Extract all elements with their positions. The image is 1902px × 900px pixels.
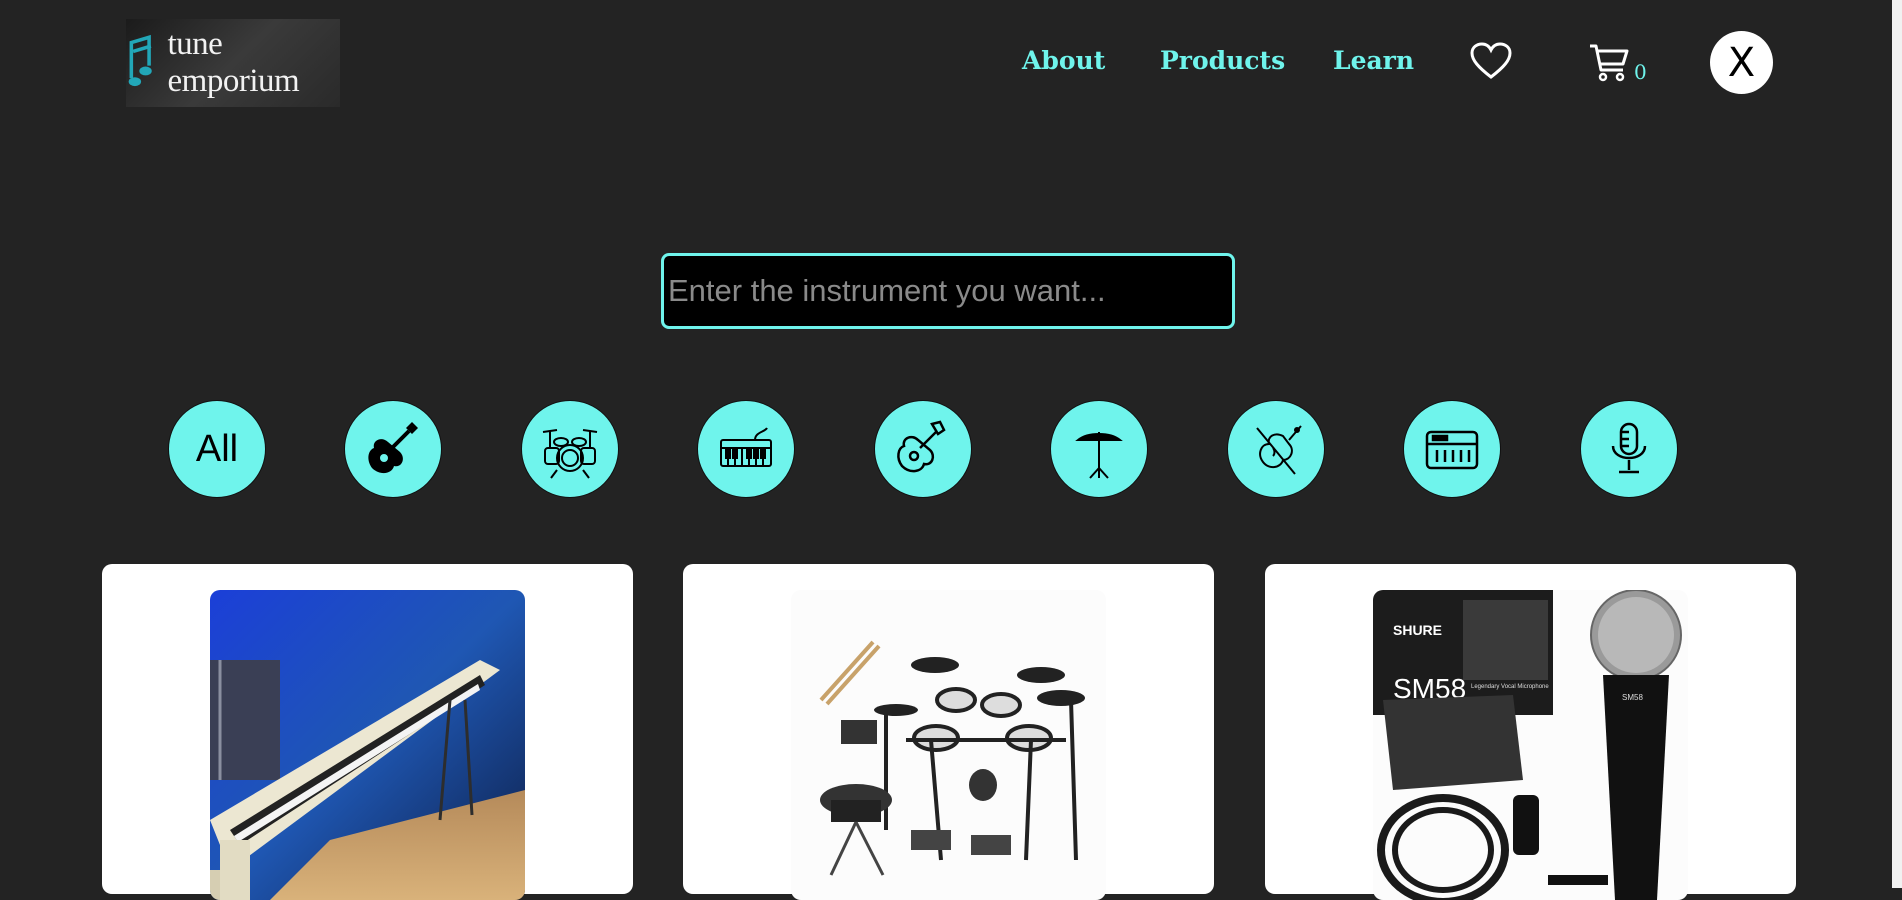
category-all-label: All	[195, 427, 239, 470]
search-input[interactable]	[661, 253, 1235, 329]
logo[interactable]: tune emporium	[126, 19, 340, 107]
page-scrollbar[interactable]	[1892, 0, 1902, 888]
category-guitar[interactable]	[344, 400, 442, 498]
mic-model-text: SM58	[1622, 693, 1643, 702]
category-drums[interactable]	[521, 400, 619, 498]
amplifier-icon	[1425, 430, 1479, 470]
product-card-piano[interactable]	[102, 564, 633, 900]
heart-icon[interactable]	[1470, 42, 1512, 80]
category-microphones[interactable]	[1580, 400, 1678, 498]
category-amplifiers[interactable]	[1403, 400, 1501, 498]
box-brand-text: SHURE	[1393, 622, 1442, 638]
violin-icon	[1256, 425, 1302, 475]
category-strings[interactable]	[1227, 400, 1325, 498]
close-button[interactable]: X	[1710, 31, 1773, 94]
acoustic-guitar-icon	[368, 422, 418, 474]
cymbal-icon	[1075, 432, 1123, 479]
nav-about[interactable]: About	[1022, 46, 1105, 75]
nav-products[interactable]: Products	[1160, 46, 1285, 75]
category-cymbals[interactable]	[1050, 400, 1148, 498]
logo-text: tune emporium	[167, 26, 300, 99]
digital-piano-image[interactable]	[210, 590, 525, 900]
cart-icon[interactable]	[1588, 42, 1630, 82]
category-keyboards[interactable]	[697, 400, 795, 498]
ukulele-icon	[897, 420, 946, 473]
shure-microphone-image[interactable]: SHURE SM58 Legendary Vocal Microphone SM…	[1373, 590, 1688, 900]
product-card-microphone[interactable]: SHURE SM58 Legendary Vocal Microphone SM…	[1265, 564, 1796, 900]
category-all[interactable]: All	[168, 400, 266, 498]
nav-learn[interactable]: Learn	[1333, 46, 1414, 75]
electronic-drum-kit-image[interactable]	[791, 590, 1106, 900]
cart-count: 0	[1634, 60, 1647, 84]
box-sub-text: Legendary Vocal Microphone	[1471, 684, 1549, 690]
keyboard-synth-icon	[720, 427, 772, 467]
microphone-icon	[1611, 422, 1647, 474]
music-note-icon	[128, 34, 152, 87]
product-card-drums[interactable]	[683, 564, 1214, 900]
category-ukulele[interactable]	[874, 400, 972, 498]
drum-kit-icon	[542, 429, 598, 479]
